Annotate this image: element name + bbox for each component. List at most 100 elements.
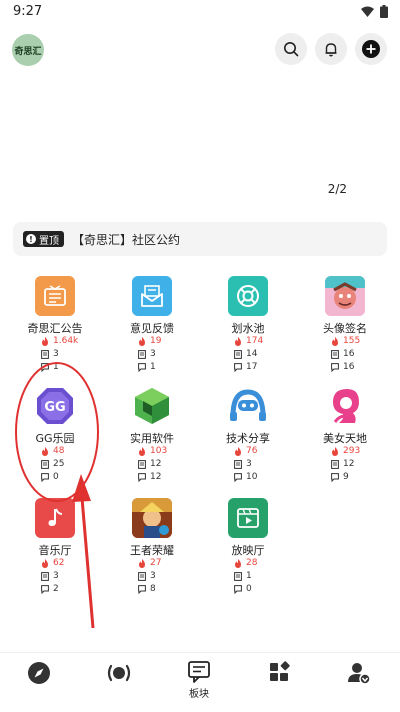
search-icon [284, 42, 299, 57]
board-tile[interactable]: 放映厅 28 1 0 [198, 498, 298, 608]
board-tile[interactable]: 划水池 174 14 17 [198, 276, 298, 386]
hot-count: 27 [150, 558, 162, 568]
mail-icon [132, 276, 172, 316]
comment-icon [41, 472, 49, 482]
post-count: 1 [246, 571, 252, 581]
post-icon [138, 459, 146, 469]
gg-logo-icon: GG [35, 386, 75, 426]
nav-live[interactable] [89, 661, 149, 709]
fire-icon [332, 446, 338, 456]
board-tile[interactable]: 意见反馈 19 3 1 [102, 276, 202, 386]
pinned-notice[interactable]: ! 置顶 【奇思汇】社区公约 [13, 222, 387, 256]
info-icon: ! [26, 234, 36, 244]
comment-icon [234, 362, 242, 372]
board-name: 实用软件 [130, 432, 174, 445]
comment-count: 0 [246, 584, 252, 594]
comment-icon [331, 362, 339, 372]
plus-circle-icon [362, 40, 380, 58]
board-tile[interactable]: 音乐厅 62 3 2 [5, 498, 105, 608]
post-icon [234, 349, 242, 359]
comment-icon [41, 584, 49, 594]
fire-icon [42, 558, 48, 568]
compass-icon [28, 662, 50, 684]
comment-count: 9 [343, 472, 349, 482]
fire-icon [139, 336, 145, 346]
add-button[interactable] [355, 33, 387, 65]
fire-icon [139, 446, 145, 456]
comment-icon [331, 472, 339, 482]
fire-icon [332, 336, 338, 346]
post-icon [41, 349, 49, 359]
board-name: 头像签名 [323, 322, 367, 335]
avatar-art-icon [325, 276, 365, 316]
post-count: 3 [150, 349, 156, 359]
post-count: 12 [150, 459, 162, 469]
hot-count: 62 [53, 558, 65, 568]
comment-icon [234, 584, 242, 594]
bell-icon [325, 43, 337, 57]
notification-button[interactable] [315, 33, 347, 65]
banner-carousel[interactable]: 2/2 [0, 72, 400, 210]
post-count: 3 [53, 349, 59, 359]
nav-profile[interactable] [329, 661, 389, 709]
board-name: 意见反馈 [130, 322, 174, 335]
nav-discover[interactable] [9, 661, 69, 709]
nav-boards[interactable]: 板块 [169, 661, 229, 709]
nav-apps[interactable] [249, 661, 309, 709]
search-button[interactable] [275, 33, 307, 65]
comment-count: 17 [246, 362, 258, 372]
comment-count: 10 [246, 472, 258, 482]
woman-silhouette-icon [325, 386, 365, 426]
cube-icon [132, 386, 172, 426]
comment-icon [138, 362, 146, 372]
pinned-badge-label: 置顶 [39, 235, 59, 247]
board-tile[interactable]: 头像签名 155 16 16 [295, 276, 395, 386]
post-icon [331, 459, 339, 469]
game-art-icon [132, 498, 172, 538]
board-name: 音乐厅 [38, 544, 72, 557]
comment-count: 8 [150, 584, 156, 594]
post-icon [234, 571, 242, 581]
hot-count: 48 [53, 446, 65, 456]
board-tile[interactable]: 美女天地 293 12 9 [295, 386, 395, 496]
hot-count: 293 [343, 446, 361, 456]
lifebuoy-icon [228, 276, 268, 316]
banner-pager: 2/2 [327, 182, 347, 196]
hot-count: 1.64k [53, 336, 79, 346]
boards-chat-icon [188, 661, 210, 683]
fire-icon [139, 558, 145, 568]
apps-grid-icon [270, 661, 290, 681]
hot-count: 174 [246, 336, 264, 346]
board-tile[interactable]: 技术分享 76 3 10 [198, 386, 298, 496]
battery-icon [380, 5, 388, 18]
comment-count: 1 [53, 362, 59, 372]
fire-icon [42, 446, 48, 456]
post-icon [234, 459, 242, 469]
board-name: 美女天地 [323, 432, 367, 445]
wifi-icon [361, 6, 374, 17]
top-header: 奇思汇 [0, 30, 400, 70]
board-tile[interactable]: 奇思汇公告 1.64k 3 1 [5, 276, 105, 386]
notice-board-icon [35, 276, 75, 316]
nav-boards-label: 板块 [189, 689, 209, 700]
comment-icon [138, 584, 146, 594]
svg-text:GG: GG [44, 400, 65, 415]
hot-count: 19 [150, 336, 162, 346]
broadcast-icon [107, 664, 131, 682]
post-count: 3 [150, 571, 156, 581]
board-name: 王者荣耀 [130, 544, 174, 557]
fire-icon [42, 336, 48, 346]
user-verified-icon [348, 663, 371, 685]
fire-icon [235, 446, 241, 456]
fire-icon [235, 558, 241, 568]
board-tile[interactable]: 实用软件 103 12 12 [102, 386, 202, 496]
board-tile[interactable]: 王者荣耀 27 3 8 [102, 498, 202, 608]
board-tile[interactable]: GG GG乐园 48 25 0 [5, 386, 105, 496]
hot-count: 28 [246, 558, 258, 568]
post-count: 25 [53, 459, 65, 469]
post-count: 16 [343, 349, 355, 359]
post-icon [138, 349, 146, 359]
avatar[interactable]: 奇思汇 [12, 34, 44, 66]
fire-icon [235, 336, 241, 346]
notice-title: 【奇思汇】社区公约 [72, 232, 181, 247]
